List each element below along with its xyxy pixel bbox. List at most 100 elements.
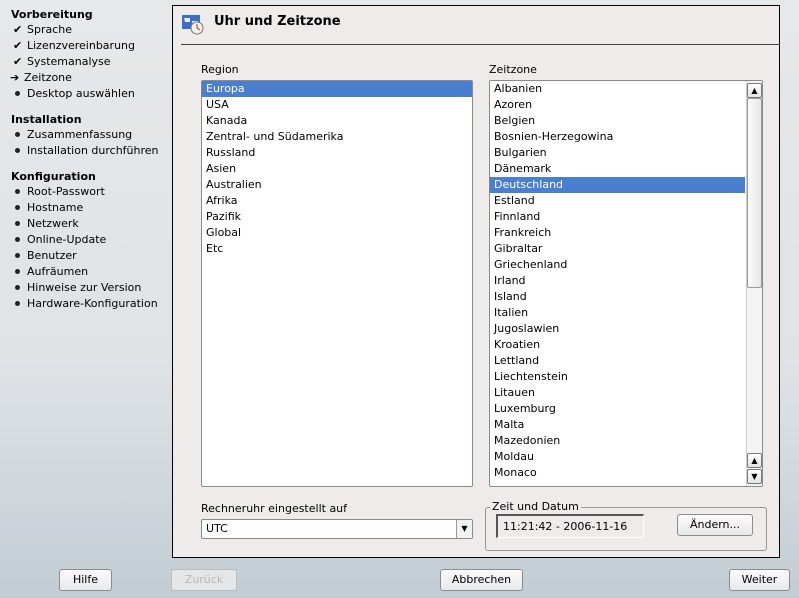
list-item[interactable]: Belgien xyxy=(490,113,745,129)
change-datetime-button[interactable]: Ändern... xyxy=(677,514,753,536)
sidebar-item: ✔ Systemanalyse xyxy=(13,54,111,70)
list-item[interactable]: Island xyxy=(490,289,745,305)
sidebar-item: Zusammenfassung xyxy=(13,127,132,143)
sidebar-item-label: Lizenzvereinbarung xyxy=(27,39,135,52)
check-icon: ✔ xyxy=(13,39,23,52)
list-item[interactable]: Australien xyxy=(202,177,472,193)
clock-timezone-icon xyxy=(181,13,205,35)
sidebar-item: Root-Passwort xyxy=(13,184,105,200)
list-item[interactable]: Dänemark xyxy=(490,161,745,177)
sidebar-item-label: Online-Update xyxy=(27,233,107,246)
sidebar-item: Hardware-Konfiguration xyxy=(13,296,158,312)
check-icon: ✔ xyxy=(13,55,23,68)
list-item[interactable]: Russland xyxy=(202,145,472,161)
list-item[interactable]: Italien xyxy=(490,305,745,321)
list-item[interactable]: Europa xyxy=(202,81,472,97)
region-list[interactable]: Europa USA Kanada Zentral- und Südamerika Ru… xyxy=(201,80,473,487)
abort-button[interactable]: Abbrechen xyxy=(440,569,523,591)
bullet-icon xyxy=(13,200,27,216)
sidebar-item-label: Systemanalyse xyxy=(27,55,111,68)
list-item[interactable]: Lettland xyxy=(490,353,745,369)
hwclock-label: Rechneruhr eingestellt auf xyxy=(201,502,348,515)
sidebar-item: ✔ Lizenzvereinbarung xyxy=(13,38,135,54)
sidebar-section-title: Installation xyxy=(11,113,82,126)
next-button[interactable]: Weiter xyxy=(729,569,790,591)
list-item[interactable]: Finnland xyxy=(490,209,745,225)
sidebar-item: Hostname xyxy=(13,200,83,216)
list-item[interactable]: Azoren xyxy=(490,97,745,113)
list-item[interactable]: Liechtenstein xyxy=(490,369,745,385)
list-item[interactable]: Bosnien-Herzegowina xyxy=(490,129,745,145)
chevron-down-icon[interactable]: ▼ xyxy=(456,520,472,538)
list-item[interactable]: Mazedonien xyxy=(490,433,745,449)
list-item[interactable]: Jugoslawien xyxy=(490,321,745,337)
sidebar-item: Benutzer xyxy=(13,248,77,264)
list-item[interactable]: Albanien xyxy=(490,81,745,97)
list-item[interactable]: Bulgarien xyxy=(490,145,745,161)
list-item[interactable]: Luxemburg xyxy=(490,401,745,417)
list-item[interactable]: Irland xyxy=(490,273,745,289)
sidebar-item-label: Aufräumen xyxy=(27,265,89,278)
scroll-up-button-lower[interactable]: ▲ xyxy=(747,453,762,468)
list-item[interactable]: Afrika xyxy=(202,193,472,209)
datetime-value: 11:21:42 - 2006-11-16 xyxy=(496,514,644,538)
sidebar-item: Online-Update xyxy=(13,232,106,248)
timezone-list[interactable]: Albanien Azoren Belgien Bosnien-Herzegowina… xyxy=(489,80,763,487)
bullet-icon xyxy=(13,264,27,280)
list-item[interactable]: Malta xyxy=(490,417,745,433)
list-item[interactable]: Pazifik xyxy=(202,209,472,225)
list-item[interactable]: Gibraltar xyxy=(490,241,745,257)
bullet-icon xyxy=(13,127,27,143)
sidebar-item-label: Desktop auswählen xyxy=(27,87,135,100)
list-item[interactable]: Griechenland xyxy=(490,257,745,273)
bullet-icon xyxy=(13,248,27,264)
sidebar-item-label: Netzwerk xyxy=(27,217,79,230)
sidebar-item: Hinweise zur Version xyxy=(13,280,141,296)
hwclock-select[interactable]: UTC ▼ xyxy=(201,519,473,539)
sidebar-item: Installation durchführen xyxy=(13,143,159,159)
list-item[interactable]: Deutschland xyxy=(490,177,745,193)
sidebar-item-label: Hardware-Konfiguration xyxy=(27,297,158,310)
sidebar-item: Netzwerk xyxy=(13,216,79,232)
sidebar-item-label: Benutzer xyxy=(27,249,77,262)
list-item[interactable]: Etc xyxy=(202,241,472,257)
sidebar-item-label: Root-Passwort xyxy=(27,185,105,198)
back-button[interactable]: Zurück xyxy=(171,569,237,591)
list-item[interactable]: Moldau xyxy=(490,449,745,465)
divider xyxy=(181,44,780,45)
scroll-down-button[interactable]: ▼ xyxy=(747,469,762,484)
sidebar-item-label: Installation durchführen xyxy=(27,144,159,157)
scrollbar-thumb[interactable] xyxy=(747,98,762,288)
scrollbar[interactable]: ▲ ▲ ▼ xyxy=(746,81,762,486)
list-item[interactable]: Monaco xyxy=(490,465,745,481)
list-item[interactable]: Litauen xyxy=(490,385,745,401)
sidebar-item: ✔ Sprache xyxy=(13,22,72,38)
content-panel: Uhr und Zeitzone Region Europa USA Kanada Z… xyxy=(172,5,780,558)
help-button[interactable]: Hilfe xyxy=(59,569,112,591)
sidebar-item-label: Hostname xyxy=(27,201,84,214)
list-item[interactable]: Kanada xyxy=(202,113,472,129)
bullet-icon xyxy=(13,232,27,248)
list-item[interactable]: Frankreich xyxy=(490,225,745,241)
region-label: Region xyxy=(201,63,239,76)
bullet-icon xyxy=(13,184,27,200)
sidebar-section-title: Vorbereitung xyxy=(11,8,93,21)
list-item[interactable]: Zentral- und Südamerika xyxy=(202,129,472,145)
list-item[interactable]: Kroatien xyxy=(490,337,745,353)
datetime-group-label: Zeit und Datum xyxy=(490,500,581,513)
check-icon: ✔ xyxy=(13,23,23,36)
list-item[interactable]: USA xyxy=(202,97,472,113)
sidebar-section-title: Konfiguration xyxy=(11,170,96,183)
sidebar-item-label: Zeitzone xyxy=(24,71,72,84)
scroll-up-button[interactable]: ▲ xyxy=(747,83,762,98)
arrow-right-icon: ➔ xyxy=(10,71,20,84)
list-item[interactable]: Global xyxy=(202,225,472,241)
sidebar-item: ➔ Zeitzone xyxy=(10,70,72,86)
bullet-icon xyxy=(13,216,27,232)
bullet-icon xyxy=(13,143,27,159)
hwclock-value: UTC xyxy=(206,522,228,535)
list-item[interactable]: Estland xyxy=(490,193,745,209)
sidebar-item-label: Zusammenfassung xyxy=(27,128,133,141)
sidebar-item-label: Sprache xyxy=(27,23,73,36)
list-item[interactable]: Asien xyxy=(202,161,472,177)
